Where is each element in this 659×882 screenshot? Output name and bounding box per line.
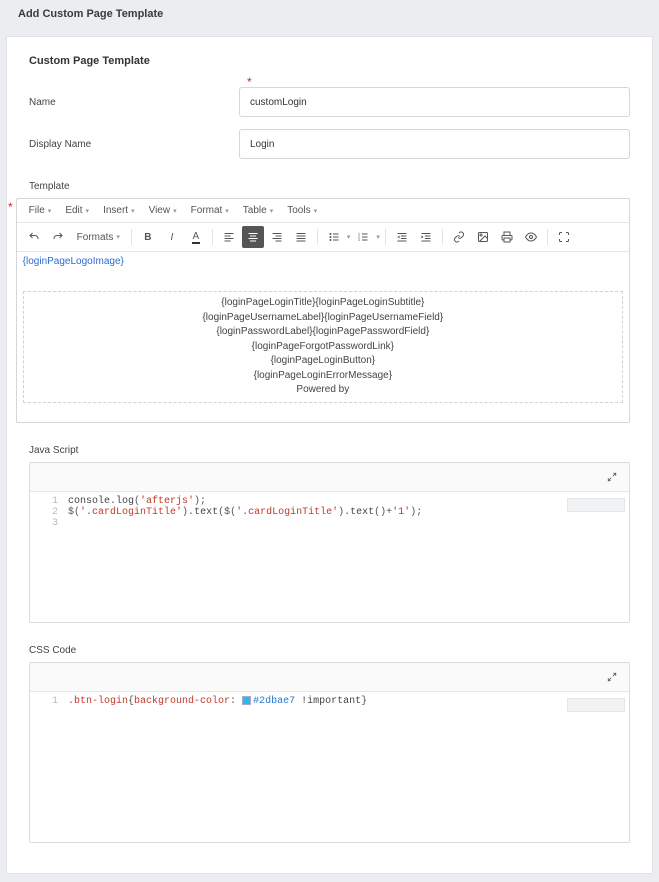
menu-file[interactable]: File▾ [23, 202, 58, 219]
javascript-label: Java Script [29, 445, 630, 456]
color-swatch-icon [242, 696, 251, 705]
outdent-icon[interactable] [391, 226, 413, 248]
minimap [567, 698, 625, 712]
page-title: Add Custom Page Template [0, 0, 659, 28]
display-name-input[interactable] [239, 129, 630, 159]
align-left-icon[interactable] [218, 226, 240, 248]
name-label: Name [29, 97, 239, 108]
bullet-list-icon[interactable] [323, 226, 345, 248]
indent-icon[interactable] [415, 226, 437, 248]
token-line: {loginPageUsernameLabel}{loginPageUserna… [28, 311, 618, 326]
template-label: Template [29, 181, 630, 192]
fullscreen-icon[interactable] [553, 226, 575, 248]
menu-tools[interactable]: Tools▾ [281, 202, 323, 219]
css-code-area[interactable]: 1.btn-login{background-color: #2dbae7 !i… [30, 692, 629, 842]
print-icon[interactable] [496, 226, 518, 248]
expand-icon[interactable] [601, 666, 623, 688]
template-token-block: {loginPageLoginTitle}{loginPageLoginSubt… [23, 291, 623, 403]
token-line: {loginPageLoginTitle}{loginPageLoginSubt… [28, 296, 618, 311]
section-title: Custom Page Template [29, 55, 630, 67]
javascript-code-area[interactable]: 1console.log('afterjs'); 2$('.cardLoginT… [30, 492, 629, 622]
minimap [567, 498, 625, 512]
preview-icon[interactable] [520, 226, 542, 248]
javascript-editor: 1console.log('afterjs'); 2$('.cardLoginT… [29, 462, 630, 623]
image-icon[interactable] [472, 226, 494, 248]
bullet-list-caret[interactable]: ▾ [347, 233, 351, 241]
token-line: {loginPageLoginButton} [28, 354, 618, 369]
editor-menubar: File▾ Edit▾ Insert▾ View▾ Format▾ Table▾… [17, 199, 629, 223]
token-line: Powered by [28, 383, 618, 398]
token-line: {loginPageLoginErrorMessage} [28, 369, 618, 384]
expand-icon[interactable] [601, 466, 623, 488]
main-card: Custom Page Template Name * Display Name… [6, 36, 653, 874]
menu-table[interactable]: Table▾ [237, 202, 279, 219]
token-line: {loginPasswordLabel}{loginPagePasswordFi… [28, 325, 618, 340]
text-color-icon[interactable]: A [185, 226, 207, 248]
undo-icon[interactable] [23, 226, 45, 248]
menu-insert[interactable]: Insert▾ [97, 202, 141, 219]
svg-text:3: 3 [358, 238, 360, 242]
align-justify-icon[interactable] [290, 226, 312, 248]
redo-icon[interactable] [47, 226, 69, 248]
editor-body[interactable]: {loginPageLogoImage} {loginPageLoginTitl… [17, 252, 629, 422]
numbered-list-icon[interactable]: 123 [352, 226, 374, 248]
numbered-list-caret[interactable]: ▾ [376, 233, 380, 241]
editor-toolbar: Formats▾ B I A ▾ 123 ▾ [17, 223, 629, 252]
logo-token: {loginPageLogoImage} [23, 256, 124, 267]
required-marker: * [8, 200, 13, 425]
name-input[interactable] [239, 87, 630, 117]
name-row: Name * [29, 87, 630, 117]
display-name-row: Display Name [29, 129, 630, 159]
rich-text-editor: File▾ Edit▾ Insert▾ View▾ Format▾ Table▾… [16, 198, 630, 423]
formats-dropdown[interactable]: Formats▾ [71, 229, 126, 246]
menu-format[interactable]: Format▾ [185, 202, 235, 219]
link-icon[interactable] [448, 226, 470, 248]
display-name-label: Display Name [29, 139, 239, 150]
css-editor: 1.btn-login{background-color: #2dbae7 !i… [29, 662, 630, 843]
align-right-icon[interactable] [266, 226, 288, 248]
menu-view[interactable]: View▾ [143, 202, 183, 219]
italic-icon[interactable]: I [161, 226, 183, 248]
bold-icon[interactable]: B [137, 226, 159, 248]
css-label: CSS Code [29, 645, 630, 656]
token-line: {loginPageForgotPasswordLink} [28, 340, 618, 355]
align-center-icon[interactable] [242, 226, 264, 248]
menu-edit[interactable]: Edit▾ [59, 202, 95, 219]
required-marker: * [247, 75, 252, 89]
